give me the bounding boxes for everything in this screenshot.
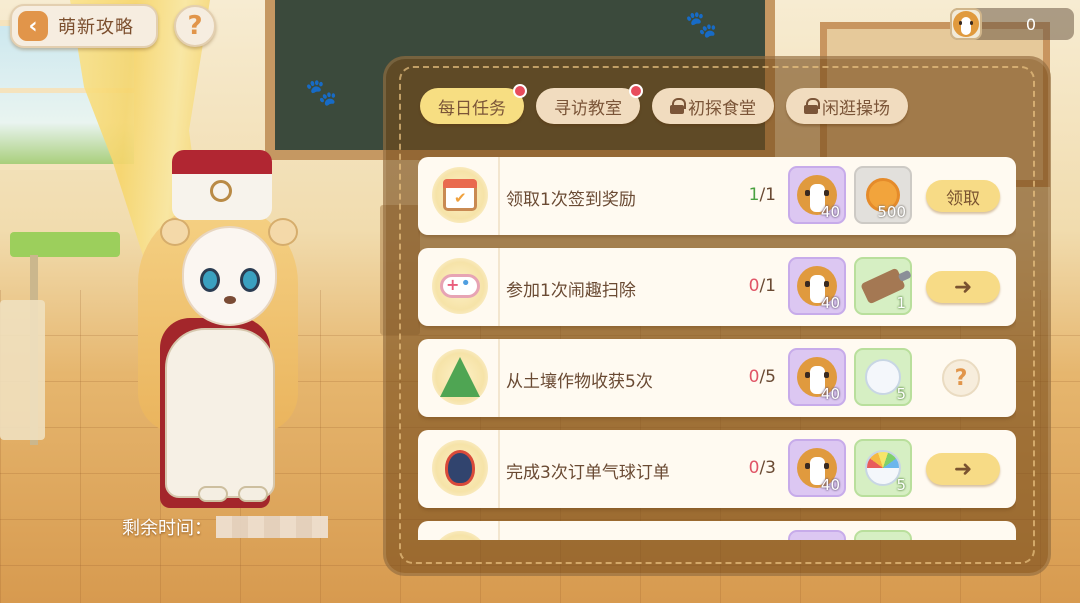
character-ear [160,218,190,246]
go-arrow-button[interactable]: ➜ [926,271,1000,303]
reward-quantity: 500 [877,203,906,221]
reward-item[interactable]: 40 [788,257,846,315]
progress-current: 0 [748,367,760,387]
chevron-left-icon[interactable]: ‹ [18,11,48,41]
divider [498,339,500,417]
reward-item[interactable]: 40 [788,166,846,224]
divider [498,157,500,235]
task-progress: 0/3 [724,458,776,478]
task-row: 完成3次订单气球订单 0/3 40 5 ➜ [418,430,1016,508]
newbie-guide-button[interactable]: ‹ 萌新攻略 [10,4,158,48]
reward-quantity: 40 [820,203,840,221]
character-shoe [238,486,268,502]
reward-item[interactable] [788,530,846,540]
task-title: 完成3次订单气球订单 [506,463,670,483]
reward-quantity: 40 [820,294,840,312]
go-arrow-button[interactable]: ➜ [926,453,1000,485]
tab-visit-classroom[interactable]: 寻访教室 [536,84,643,124]
progress-total: /3 [759,458,776,478]
reward-quantity: 5 [896,476,906,494]
question-mark-icon: ? [187,11,203,41]
reward-item[interactable]: 40 [788,439,846,497]
task-tabs: 每日任务 寻访教室 初探食堂 闲逛操场 [420,84,908,124]
tab-explore-cafeteria[interactable]: 初探食堂 [652,88,774,124]
tab-label: 初探食堂 [688,98,756,119]
paw-print-decoration: 🐾 [685,10,718,40]
character-ear [268,218,298,246]
character-hat [172,150,272,220]
desk [10,232,120,257]
reward-item[interactable]: 5 [854,348,912,406]
remaining-time-value-redacted [216,516,328,538]
paw-print-decoration: 🐾 [305,78,338,108]
tab-label: 闲逛操场 [822,98,890,119]
chair [0,300,45,440]
notification-dot [513,84,527,98]
notification-dot [629,84,643,98]
dog-face-icon [950,8,982,40]
character-eye [240,268,260,292]
tab-label: 寻访教室 [554,98,622,119]
task-progress: 1/1 [724,185,776,205]
progress-current: 1 [748,185,760,205]
reward-quantity: 40 [820,385,840,403]
reward-quantity: 40 [820,476,840,494]
hot-air-balloon-icon [432,440,488,496]
divider [498,248,500,326]
reward-item[interactable]: 5 [854,439,912,497]
task-row: 领取1次签到奖励 1/1 40 500 领取 [418,157,1016,235]
progress-total: /5 [759,367,776,387]
task-row: 参加1次闹趣扫除 0/1 40 1 ➜ [418,248,1016,326]
progress-current: 0 [748,276,760,296]
reward-item[interactable]: 1 [854,257,912,315]
claim-button[interactable]: 领取 [926,180,1000,212]
remaining-time: 剩余时间： [122,514,328,540]
character-shoe [198,486,228,502]
task-progress: 0/5 [724,367,776,387]
character-eye [200,268,220,292]
reward-item[interactable] [854,530,912,540]
reward-quantity: 1 [896,294,906,312]
progress-current: 0 [748,458,760,478]
character-avatar[interactable] [120,148,310,508]
tab-daily-tasks[interactable]: 每日任务 [420,84,527,124]
progress-total: /1 [759,185,776,205]
task-row: 从土壤作物收获5次 0/5 40 5 ? [418,339,1016,417]
task-progress: 0/1 [724,276,776,296]
tree-cow-icon [432,349,488,405]
divider [498,521,500,540]
currency-amount: 0 [1025,14,1036,34]
task-title: 领取1次签到奖励 [506,190,636,210]
calendar-check-icon [432,167,488,223]
reward-quantity: 5 [896,385,906,403]
divider [498,430,500,508]
character-face [182,226,277,326]
reward-item[interactable]: 40 [788,348,846,406]
task-title: 从土壤作物收获5次 [506,372,653,392]
task-row [418,521,1016,540]
task-icon [432,531,488,540]
lock-icon [670,98,686,114]
tab-label: 每日任务 [438,98,506,119]
lock-icon [804,98,820,114]
task-help-button[interactable]: ? [942,359,980,397]
gamepad-icon [432,258,488,314]
character-nose [224,296,236,304]
reward-item[interactable]: 500 [854,166,912,224]
remaining-time-label: 剩余时间： [122,518,212,539]
hat-emblem-icon [210,180,232,202]
tab-stroll-playground[interactable]: 闲逛操场 [786,88,908,124]
progress-total: /1 [759,276,776,296]
currency-counter: 0 [950,8,1074,40]
task-list[interactable]: 领取1次签到奖励 1/1 40 500 领取 参加1次闹趣扫除 0/1 40 1… [418,157,1016,540]
help-button[interactable]: ? [174,5,216,47]
newbie-guide-label: 萌新攻略 [58,17,134,38]
character-dress [165,328,275,498]
task-title: 参加1次闹趣扫除 [506,281,636,301]
